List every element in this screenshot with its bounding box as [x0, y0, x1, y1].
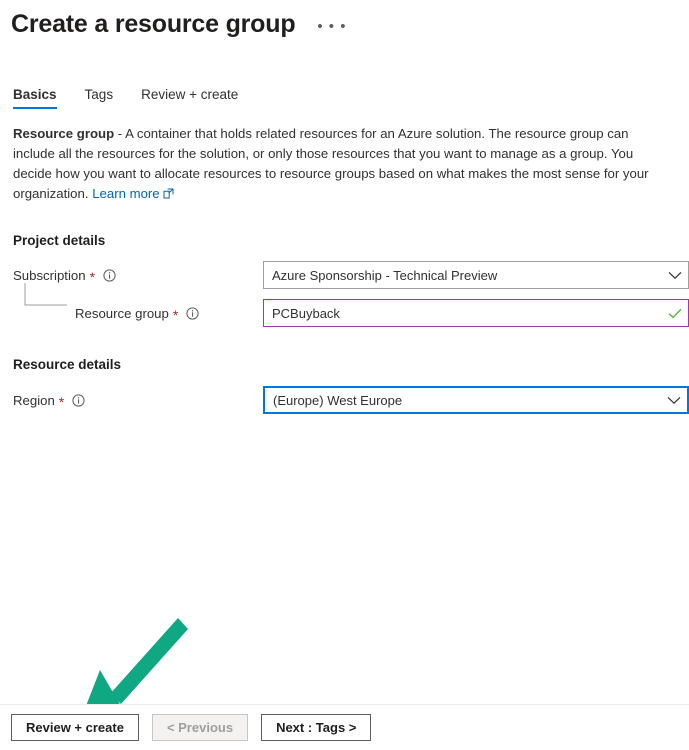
resource-group-label: Resource group *	[75, 305, 199, 323]
footer-bar: Review + create < Previous Next : Tags >	[0, 704, 689, 750]
section-title-resource-details: Resource details	[13, 357, 122, 372]
chevron-down-icon[interactable]	[667, 396, 681, 405]
form-row-resource-group: Resource group * PCBuyback	[13, 283, 689, 328]
valid-check-icon	[668, 308, 682, 319]
tab-basics[interactable]: Basics	[13, 87, 57, 109]
subscription-label-text: Subscription	[13, 267, 86, 283]
review-create-button[interactable]: Review + create	[11, 714, 139, 741]
tab-tags[interactable]: Tags	[85, 87, 114, 109]
required-asterisk: *	[172, 307, 179, 323]
more-options-icon[interactable]: • • •	[317, 19, 346, 34]
region-label-text: Region	[13, 392, 55, 408]
region-value: (Europe) West Europe	[273, 392, 403, 408]
info-icon[interactable]	[186, 306, 199, 320]
resource-group-description: Resource group - A container that holds …	[13, 124, 673, 205]
info-icon[interactable]	[103, 268, 116, 282]
resource-group-label-text: Resource group	[75, 305, 169, 321]
region-dropdown[interactable]: (Europe) West Europe	[263, 386, 689, 414]
subscription-value: Azure Sponsorship - Technical Preview	[272, 267, 498, 283]
learn-more-link[interactable]: Learn more	[92, 186, 159, 201]
form-row-subscription: Subscription * Azure Sponsorship - Techn…	[13, 260, 689, 290]
external-link-icon[interactable]	[163, 185, 174, 205]
tab-bar: Basics Tags Review + create	[0, 83, 689, 109]
form-row-region: Region * (Europe) West Europe	[13, 385, 689, 415]
required-asterisk: *	[89, 269, 96, 285]
resource-group-value: PCBuyback	[272, 305, 340, 321]
info-icon[interactable]	[72, 393, 85, 407]
tab-review-create[interactable]: Review + create	[141, 87, 238, 109]
next-tags-button[interactable]: Next : Tags >	[261, 714, 372, 741]
description-lead: Resource group	[13, 126, 115, 141]
resource-group-input[interactable]: PCBuyback	[263, 299, 689, 327]
required-asterisk: *	[58, 394, 65, 410]
page-title: Create a resource group	[11, 10, 296, 38]
page-header: Create a resource group • • •	[0, 0, 689, 40]
previous-button: < Previous	[151, 714, 249, 741]
chevron-down-icon[interactable]	[668, 271, 682, 280]
subscription-dropdown[interactable]: Azure Sponsorship - Technical Preview	[263, 261, 689, 289]
region-label: Region *	[13, 392, 85, 410]
section-title-project-details: Project details	[13, 233, 106, 248]
subscription-label: Subscription *	[13, 267, 116, 285]
